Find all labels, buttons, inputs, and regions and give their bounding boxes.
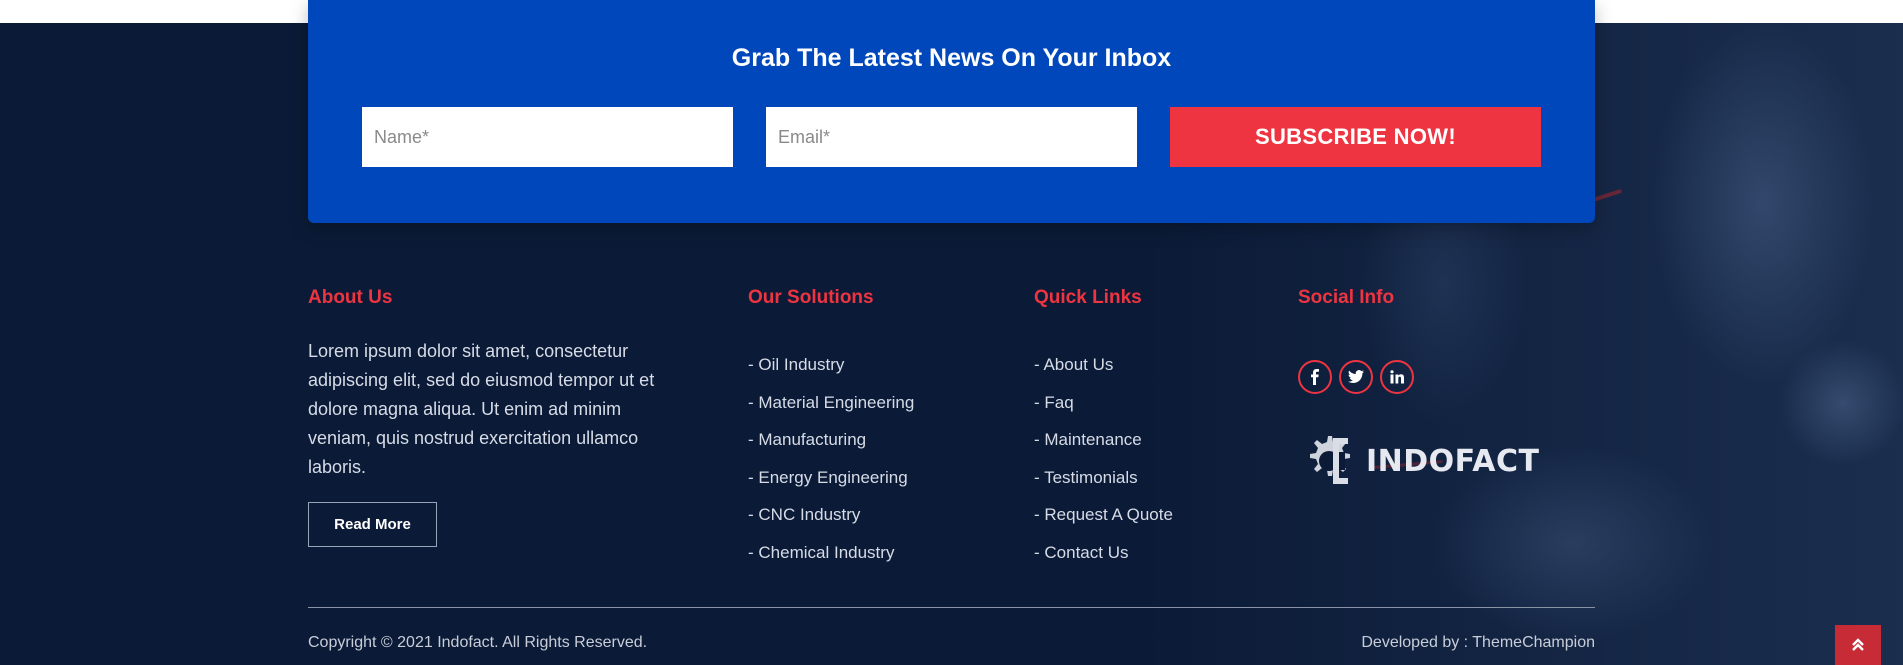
solutions-link[interactable]: CNC Industry [748,496,914,534]
double-chevron-up-icon [1852,638,1864,651]
social-heading: Social Info [1298,287,1395,308]
developed-by-text: Developed by : ThemeChampion [1361,634,1595,651]
about-text: Lorem ipsum dolor sit amet, consectetur … [308,341,655,477]
linkedin-icon[interactable] [1380,360,1414,394]
logo-text: INDOFACT [1366,443,1540,479]
about-heading: About Us [308,287,393,308]
twitter-icon[interactable] [1339,360,1373,394]
newsletter-title: Grab The Latest News On Your Inbox [731,44,1172,72]
subscribe-button[interactable]: SUBSCRIBE NOW! [1170,107,1541,167]
quick-link[interactable]: Request A Quote [1034,496,1173,534]
read-more-button[interactable]: Read More [308,502,437,547]
social-icons [1298,360,1414,394]
name-input[interactable] [362,107,733,167]
quick-links-list: About Us Faq Maintenance Testimonials Re… [1034,346,1173,572]
quick-link[interactable]: Faq [1034,384,1173,422]
scroll-to-top-button[interactable] [1835,625,1881,665]
solutions-link[interactable]: Material Engineering [748,384,914,422]
solutions-heading: Our Solutions [748,287,874,308]
gear-wrench-logo-icon [1310,436,1350,484]
copyright-text: Copyright © 2021 Indofact. All Rights Re… [308,634,648,651]
footer-divider [308,607,1595,608]
newsletter-box: Grab The Latest News On Your Inbox SUBSC… [308,0,1595,223]
facebook-icon[interactable] [1298,360,1332,394]
solutions-list: Oil Industry Material Engineering Manufa… [748,346,914,571]
quick-link[interactable]: About Us [1034,346,1173,384]
indofact-logo: INDOFACT [1298,430,1539,492]
email-input[interactable] [766,107,1137,167]
quick-link[interactable]: Maintenance [1034,421,1173,459]
solutions-link[interactable]: Manufacturing [748,421,914,459]
quick-link[interactable]: Testimonials [1034,459,1173,497]
solutions-link[interactable]: Energy Engineering [748,459,914,497]
quick-links-heading: Quick Links [1034,287,1142,308]
solutions-link[interactable]: Chemical Industry [748,534,914,572]
solutions-link[interactable]: Oil Industry [748,346,914,384]
quick-link[interactable]: Contact Us [1034,534,1173,572]
